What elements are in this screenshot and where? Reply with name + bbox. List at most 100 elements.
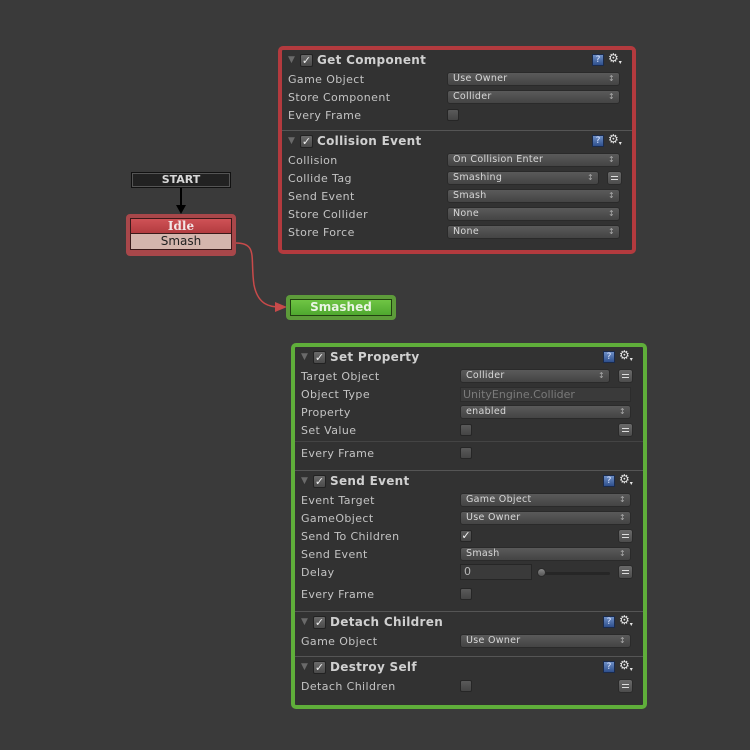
delay-slider-track[interactable] <box>541 572 610 575</box>
state-title[interactable]: Idle <box>130 218 232 234</box>
action-destroy-self: ▼ ✓ Destroy Self ? ⚙▾ Detach Children <box>295 656 643 699</box>
field-row: Send Event Smash <box>288 187 626 205</box>
field-row: Object Type UnityEngine.Collider <box>301 385 637 403</box>
action-header[interactable]: ▼ ✓ Send Event ? ⚙▾ <box>301 471 637 491</box>
fold-arrow-icon[interactable]: ▼ <box>301 476 311 486</box>
set-value-checkbox[interactable] <box>460 424 472 436</box>
variable-toggle-button[interactable] <box>618 423 633 437</box>
store-force-dropdown[interactable]: None <box>447 225 620 239</box>
action-header[interactable]: ▼ ✓ Destroy Self ? ⚙▾ <box>301 657 637 677</box>
field-row: Collide Tag Smashing <box>288 169 626 187</box>
help-icon[interactable]: ? <box>603 661 615 673</box>
gear-menu-arrow: ▾ <box>618 140 622 147</box>
state-node-idle[interactable]: Idle Smash <box>126 214 236 256</box>
gear-icon[interactable]: ⚙▾ <box>608 51 624 66</box>
fold-arrow-icon[interactable]: ▼ <box>301 352 311 362</box>
detach-children-checkbox[interactable] <box>460 680 472 692</box>
field-row: Every Frame <box>301 585 637 603</box>
gear-menu-arrow: ▾ <box>629 621 633 628</box>
help-icon[interactable]: ? <box>592 135 604 147</box>
property-dropdown[interactable]: enabled <box>460 405 631 419</box>
action-title: Detach Children <box>330 615 444 629</box>
help-icon[interactable]: ? <box>592 54 604 66</box>
send-event-dropdown[interactable]: Smash <box>447 189 620 203</box>
gear-icon[interactable]: ⚙▾ <box>619 472 635 487</box>
divider <box>295 441 643 442</box>
fold-arrow-icon[interactable]: ▼ <box>288 136 298 146</box>
action-enabled-checkbox[interactable]: ✓ <box>313 615 326 629</box>
smash-transition-link[interactable] <box>235 242 281 308</box>
variable-toggle-button[interactable] <box>607 171 622 185</box>
store-component-dropdown[interactable]: Collider <box>447 90 620 104</box>
field-label: Every Frame <box>301 587 375 601</box>
action-header[interactable]: ▼ ✓ Set Property ? ⚙▾ <box>301 347 637 367</box>
action-enabled-checkbox[interactable]: ✓ <box>313 660 326 674</box>
field-row: Event Target Game Object <box>301 491 637 509</box>
gear-menu-arrow: ▾ <box>629 356 633 363</box>
gear-icon[interactable]: ⚙▾ <box>619 613 635 628</box>
action-header[interactable]: ▼ ✓ Get Component ? ⚙▾ <box>288 50 626 70</box>
variable-toggle-button[interactable] <box>618 529 633 543</box>
action-send-event: ▼ ✓ Send Event ? ⚙▾ Event Target Game Ob… <box>295 470 643 607</box>
gameobject-dropdown[interactable]: Use Owner <box>460 511 631 525</box>
variable-toggle-button[interactable] <box>618 565 633 579</box>
action-enabled-checkbox[interactable]: ✓ <box>300 134 313 148</box>
help-icon[interactable]: ? <box>603 475 615 487</box>
gear-glyph: ⚙ <box>619 658 630 672</box>
action-enabled-checkbox[interactable]: ✓ <box>313 474 326 488</box>
send-event-dropdown[interactable]: Smash <box>460 547 631 561</box>
start-node[interactable]: START <box>131 172 231 188</box>
collision-dropdown[interactable]: On Collision Enter <box>447 153 620 167</box>
field-row: Store Force None <box>288 223 626 241</box>
gear-icon[interactable]: ⚙▾ <box>619 348 635 363</box>
field-label: Send Event <box>301 547 368 561</box>
field-row: Target Object Collider <box>301 367 637 385</box>
gear-menu-arrow: ▾ <box>629 666 633 673</box>
action-enabled-checkbox[interactable]: ✓ <box>313 350 326 364</box>
smashed-actions-panel: ▼ ✓ Set Property ? ⚙▾ Target Object Coll… <box>291 343 647 709</box>
action-title: Destroy Self <box>330 660 417 674</box>
event-target-dropdown[interactable]: Game Object <box>460 493 631 507</box>
help-icon[interactable]: ? <box>603 351 615 363</box>
collide-tag-dropdown[interactable]: Smashing <box>447 171 599 185</box>
action-title: Get Component <box>317 53 427 67</box>
fold-arrow-icon[interactable]: ▼ <box>301 662 311 672</box>
field-label: Set Value <box>301 423 357 437</box>
variable-toggle-button[interactable] <box>618 369 633 383</box>
gear-icon[interactable]: ⚙▾ <box>619 658 635 673</box>
field-label: Every Frame <box>288 108 362 122</box>
gear-glyph: ⚙ <box>619 613 630 627</box>
send-to-children-checkbox[interactable]: ✓ <box>460 530 472 542</box>
delay-input[interactable]: 0 <box>460 564 532 580</box>
delay-slider-thumb[interactable] <box>537 568 546 577</box>
store-collider-dropdown[interactable]: None <box>447 207 620 221</box>
action-header[interactable]: ▼ ✓ Detach Children ? ⚙▾ <box>301 612 637 632</box>
gear-glyph: ⚙ <box>608 51 619 65</box>
fold-arrow-icon[interactable]: ▼ <box>288 55 298 65</box>
gear-glyph: ⚙ <box>619 472 630 486</box>
field-label: Target Object <box>301 369 380 383</box>
state-title[interactable]: Smashed <box>290 299 392 316</box>
field-label: Property <box>301 405 351 419</box>
variable-toggle-button[interactable] <box>618 679 633 693</box>
every-frame-checkbox[interactable] <box>447 109 459 121</box>
action-header[interactable]: ▼ ✓ Collision Event ? ⚙▾ <box>288 131 626 151</box>
field-label: Game Object <box>301 634 378 648</box>
transition-event-smash[interactable]: Smash <box>130 234 232 250</box>
game-object-dropdown[interactable]: Use Owner <box>447 72 620 86</box>
every-frame-checkbox[interactable] <box>460 447 472 459</box>
fold-arrow-icon[interactable]: ▼ <box>301 617 311 627</box>
field-label: Collision <box>288 153 338 167</box>
every-frame-checkbox[interactable] <box>460 588 472 600</box>
help-icon[interactable]: ? <box>603 616 615 628</box>
game-object-dropdown[interactable]: Use Owner <box>460 634 631 648</box>
gear-icon[interactable]: ⚙▾ <box>608 132 624 147</box>
field-label: Object Type <box>301 387 370 401</box>
state-node-smashed[interactable]: Smashed <box>286 295 396 320</box>
action-enabled-checkbox[interactable]: ✓ <box>300 53 313 67</box>
idle-actions-panel: ▼ ✓ Get Component ? ⚙▾ Game Object Use O… <box>278 46 636 254</box>
field-row: Property enabled <box>301 403 637 421</box>
object-type-field: UnityEngine.Collider <box>460 386 631 402</box>
target-object-dropdown[interactable]: Collider <box>460 369 610 383</box>
field-label: Detach Children <box>301 679 396 693</box>
